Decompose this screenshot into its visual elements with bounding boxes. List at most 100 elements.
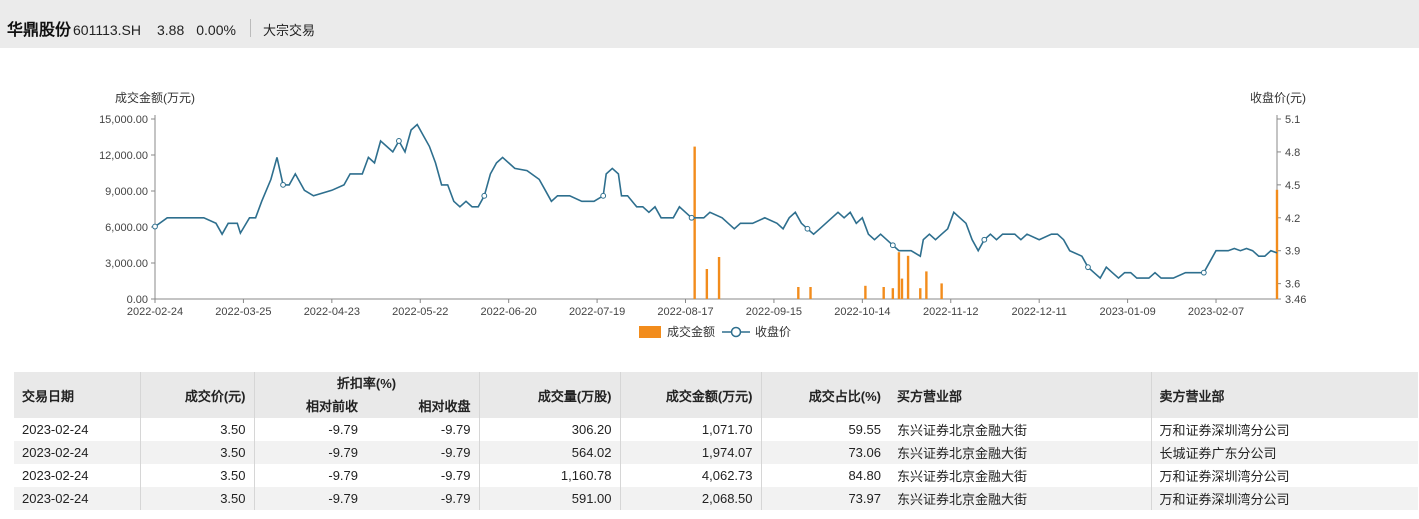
right-tick-label: 3.6: [1285, 279, 1300, 291]
right-tick-label: 4.2: [1285, 213, 1300, 225]
volume-bar: [897, 252, 901, 299]
legend-swatch-amount: [639, 326, 661, 338]
volume-bar: [705, 269, 709, 299]
x-tick-label: 2022-11-12: [923, 306, 978, 318]
col-header-amount[interactable]: 成交金额(万元): [620, 372, 762, 418]
cell-price: 3.50: [140, 464, 255, 487]
table-row[interactable]: 2023-02-24 3.50 -9.79 -9.79 1,160.78 4,062.73…: [14, 464, 1418, 487]
close-price-marker: [1085, 264, 1091, 271]
cell-amount: 1,974.07: [620, 441, 762, 464]
right-tick-label: 4.8: [1285, 147, 1300, 159]
block-trade-chart: 成交金额(万元) 收盘价(元) 0.00 3,000.00 6,000.00 9,000.…: [0, 48, 1419, 370]
cell-volume: 591.00: [479, 487, 621, 510]
close-price-marker: [1200, 269, 1207, 276]
col-header-date[interactable]: 交易日期: [14, 372, 141, 418]
title-row: 华鼎股份 601113.SH 3.88 0.00% 大宗交易: [7, 16, 315, 40]
header-divider: [249, 19, 251, 37]
x-tick-label: 2022-09-15: [746, 306, 802, 318]
cell-volume: 564.02: [479, 441, 621, 464]
volume-bar: [717, 257, 721, 299]
right-tick-label: 3.9: [1285, 246, 1300, 258]
x-tick-label: 2022-12-11: [1011, 306, 1066, 318]
cell-close: -9.79: [366, 464, 480, 487]
close-price-marker: [889, 242, 896, 249]
volume-bar: [882, 287, 885, 299]
stock-code: 601113.SH: [73, 22, 141, 38]
volume-bar: [864, 285, 867, 299]
volume-bar: [1275, 189, 1279, 299]
stock-change: 0.00%: [196, 22, 236, 38]
col-header-discount: 折扣率(%): [254, 372, 480, 392]
cell-date: 2023-02-24: [14, 418, 141, 441]
col-header-volume[interactable]: 成交量(万股): [479, 372, 621, 418]
chart-svg: 成交金额(万元) 收盘价(元) 0.00 3,000.00 6,000.00 9,000.…: [99, 90, 1306, 339]
cell-seller: 万和证券深圳湾分公司: [1159, 469, 1290, 484]
col-header-ratio[interactable]: 成交占比(%): [761, 372, 889, 418]
x-tick-label: 2022-06-20: [481, 306, 537, 318]
col-header-discount-close[interactable]: 相对收盘: [366, 392, 480, 418]
cell-amount: 2,068.50: [620, 487, 762, 510]
cell-price: 3.50: [140, 418, 255, 441]
cell-date: 2023-02-24: [14, 487, 141, 510]
block-trade-table: 交易日期 成交价(元) 折扣率(%) 成交量(万股) 成交金额(万元) 成交占比…: [14, 372, 1418, 510]
cell-volume: 1,160.78: [479, 464, 621, 487]
volume-bar: [809, 287, 812, 299]
left-tick-label: 3,000.00: [105, 258, 148, 270]
close-price-line: [154, 123, 1278, 280]
cell-seller: 万和证券深圳湾分公司: [1159, 423, 1290, 438]
close-price-marker: [396, 138, 402, 144]
right-axis-title: 收盘价(元): [1250, 90, 1306, 105]
cell-buyer: 东兴证券北京金融大街: [889, 418, 1152, 441]
col-header-seller[interactable]: 卖方营业部: [1151, 372, 1418, 418]
table-body: 2023-02-24 3.50 -9.79 -9.79 306.20 1,071.70 59…: [14, 418, 1418, 510]
trade-table: 交易日期 成交价(元) 折扣率(%) 成交量(万股) 成交金额(万元) 成交占比…: [14, 372, 1418, 510]
table-row[interactable]: 2023-02-24 3.50 -9.79 -9.79 564.02 1,974.07 73…: [14, 441, 1418, 464]
left-tick-label: 15,000.00: [99, 114, 148, 126]
volume-bar: [940, 283, 943, 299]
cell-close: -9.79: [366, 487, 480, 510]
legend-marker-price: [730, 326, 742, 338]
volume-bar: [906, 255, 910, 299]
section-title: 大宗交易: [262, 23, 315, 38]
cell-buyer: 东兴证券北京金融大街: [889, 487, 1152, 510]
cell-amount: 1,071.70: [620, 418, 762, 441]
col-header-discount-prev[interactable]: 相对前收: [254, 392, 366, 418]
cell-price: 3.50: [140, 487, 255, 510]
cell-prev: -9.79: [254, 441, 366, 464]
col-header-price[interactable]: 成交价(元): [140, 372, 255, 418]
x-tick-label: 2023-02-07: [1188, 306, 1244, 318]
cell-prev: -9.79: [254, 487, 366, 510]
cell-ratio: 59.55: [848, 422, 881, 437]
close-price-marker: [804, 225, 811, 232]
left-tick-label: 9,000.00: [105, 186, 148, 198]
cell-volume: 306.20: [479, 418, 621, 441]
volume-bar: [693, 146, 696, 299]
left-tick-label: 12,000.00: [99, 150, 148, 162]
cell-buyer: 东兴证券北京金融大街: [889, 441, 1152, 464]
x-tick-label: 2023-01-09: [1099, 306, 1155, 318]
left-tick-label: 6,000.00: [105, 222, 148, 234]
cell-close: -9.79: [366, 418, 480, 441]
cell-date: 2023-02-24: [14, 464, 141, 487]
x-tick-label: 2022-10-14: [834, 306, 890, 318]
cell-buyer: 东兴证券北京金融大街: [889, 464, 1152, 487]
volume-bar: [797, 287, 800, 299]
close-price-marker: [981, 236, 988, 243]
legend-label-amount: 成交金额: [667, 324, 715, 339]
volume-bar: [900, 278, 904, 299]
legend-label-price: 收盘价: [755, 324, 791, 339]
cell-prev: -9.79: [328, 468, 358, 483]
col-header-buyer[interactable]: 买方营业部: [889, 372, 1152, 418]
x-tick-label: 2022-08-17: [657, 306, 713, 318]
left-tick-label: 0.00: [127, 294, 148, 306]
x-tick-label: 2022-04-23: [304, 306, 360, 318]
right-tick-label: 4.5: [1285, 180, 1300, 192]
table-row[interactable]: 2023-02-24 3.50 -9.79 -9.79 306.20 1,071.70 59…: [14, 418, 1418, 441]
stock-price: 3.88: [157, 22, 185, 38]
close-price-marker: [280, 181, 286, 188]
stock-name[interactable]: 华鼎股份: [7, 16, 71, 40]
close-price-marker: [688, 214, 695, 221]
right-tick-label: 5.1: [1285, 114, 1300, 126]
x-tick-label: 2022-02-24: [127, 306, 183, 318]
table-row[interactable]: 2023-02-24 3.50 -9.79 -9.79 591.00 2,068.50 73…: [14, 487, 1418, 510]
